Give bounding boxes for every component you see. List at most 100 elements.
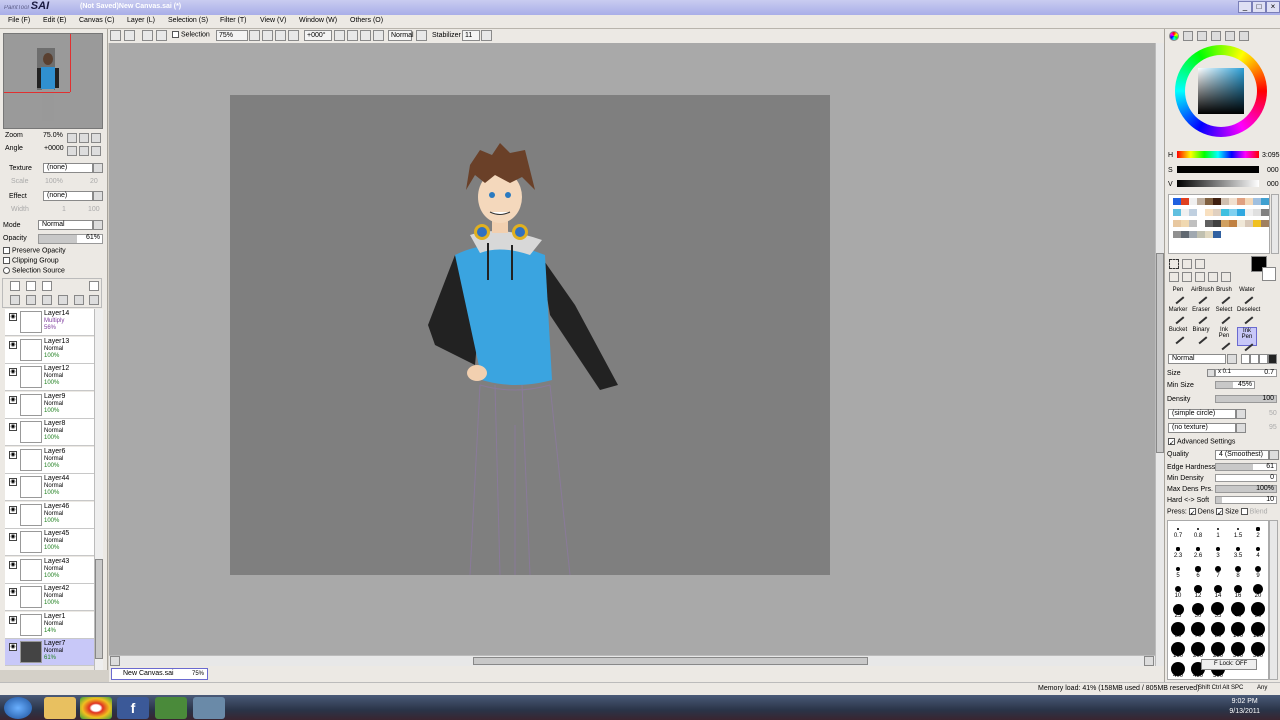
menu-window[interactable]: Window (W): [299, 17, 337, 24]
eye-icon[interactable]: ◉: [9, 643, 17, 651]
color-swatch[interactable]: [1261, 209, 1269, 216]
lock-icon[interactable]: [9, 517, 17, 525]
new-layer-icon[interactable]: [10, 281, 20, 291]
effect-select[interactable]: (none): [43, 191, 93, 201]
texture-select[interactable]: (none): [43, 163, 93, 173]
color-swatch[interactable]: [1181, 209, 1189, 216]
color-swatch[interactable]: [1173, 231, 1181, 238]
hard-soft-slider[interactable]: 10: [1215, 496, 1277, 504]
color-swatch[interactable]: [1253, 209, 1261, 216]
scroll-right-icon[interactable]: [1144, 656, 1154, 666]
color-swatch[interactable]: [1197, 209, 1205, 216]
color-swatch[interactable]: [1205, 220, 1213, 227]
brush-size-dot[interactable]: [1216, 527, 1220, 531]
brush-size-dot[interactable]: [1194, 585, 1202, 593]
color-swatch[interactable]: [1197, 220, 1205, 227]
deselect-icon[interactable]: [124, 30, 135, 41]
color-swatch[interactable]: [1189, 231, 1197, 238]
color-swatch[interactable]: [1229, 209, 1237, 216]
selection-toggle[interactable]: Selection: [172, 31, 210, 38]
brush-size-dot[interactable]: [1174, 585, 1182, 593]
drawing-canvas[interactable]: [230, 95, 830, 576]
preserve-opacity-checkbox[interactable]: Preserve Opacity: [3, 247, 66, 254]
invert-icon[interactable]: [142, 30, 153, 41]
layer-row[interactable]: ◉ Layer7 Normal 61%: [5, 639, 94, 666]
value-slider[interactable]: [1177, 180, 1259, 187]
swatch-grid[interactable]: [1168, 194, 1270, 254]
minimize-button[interactable]: _: [1238, 1, 1252, 13]
layer-scroll-thumb[interactable]: [95, 559, 103, 659]
eye-icon[interactable]: ◉: [9, 478, 17, 486]
brush-shape-dropdown-icon[interactable]: [1236, 409, 1246, 419]
layer-row[interactable]: ◉ Layer13 Normal 100%: [5, 336, 94, 364]
rotate-right-icon[interactable]: [347, 30, 358, 41]
min-density-slider[interactable]: 0: [1215, 474, 1277, 482]
flip-icon[interactable]: [373, 30, 384, 41]
pressure-size-checkbox[interactable]: ✓: [1216, 508, 1224, 517]
eye-icon[interactable]: ◉: [9, 588, 17, 596]
h-scroll-thumb[interactable]: [473, 657, 868, 665]
rect-select-icon[interactable]: [1169, 259, 1179, 269]
layer-row[interactable]: ◉ Layer45 Normal 100%: [5, 529, 94, 556]
max-dens-slider[interactable]: 100%: [1215, 485, 1277, 493]
color-swatch[interactable]: [1229, 220, 1237, 227]
color-swatch[interactable]: [1229, 198, 1237, 205]
tool-binary[interactable]: Binary: [1191, 327, 1211, 346]
opacity-slider[interactable]: 61%: [38, 234, 103, 244]
layer-row[interactable]: ◉ Layer44 Normal 100%: [5, 474, 94, 501]
clear-layer-icon[interactable]: [42, 295, 52, 305]
pressure-dens-checkbox[interactable]: ✓: [1188, 508, 1196, 517]
lock-icon[interactable]: [9, 352, 17, 360]
eyedropper-icon[interactable]: [1221, 272, 1231, 282]
eye-icon[interactable]: ◉: [9, 450, 17, 459]
nav-zoom-in-icon[interactable]: [67, 133, 77, 143]
color-swatch[interactable]: [1237, 220, 1245, 227]
select-all-icon[interactable]: [110, 30, 121, 41]
color-wheel-tab-icon[interactable]: [1169, 31, 1179, 41]
color-swatch[interactable]: [1221, 198, 1229, 205]
quality-select[interactable]: 4 (Smoothest): [1215, 450, 1269, 460]
nav-zoom-out-icon[interactable]: [79, 133, 89, 143]
layer-row[interactable]: ◉ Layer1 Normal 14%: [5, 611, 94, 639]
brush-size-dot[interactable]: [1215, 566, 1221, 572]
layer-row[interactable]: ◉ Layer8 Normal 100%: [5, 419, 94, 446]
tool-ink-pen[interactable]: Ink Pen: [1214, 327, 1234, 351]
system-clock[interactable]: 9:02 PM 9/13/2011: [1229, 697, 1260, 717]
color-swatch[interactable]: [1245, 220, 1253, 227]
v-scroll-thumb[interactable]: [1156, 253, 1164, 453]
lock-icon[interactable]: [9, 407, 17, 415]
hue-slider[interactable]: [1177, 151, 1259, 158]
color-swatch[interactable]: [1173, 209, 1181, 216]
swatches-tab-icon[interactable]: [1225, 31, 1235, 41]
tool-deselect[interactable]: Deselect: [1237, 307, 1260, 326]
lock-icon[interactable]: [9, 379, 17, 387]
start-button[interactable]: [4, 697, 32, 719]
brush-texture-dropdown-icon[interactable]: [1236, 423, 1246, 433]
tool-airbrush[interactable]: AirBrush: [1191, 287, 1214, 306]
layer-mask-icon[interactable]: [89, 281, 99, 291]
layer-row[interactable]: ◉ Layer46 Normal 100%: [5, 501, 94, 529]
effect-dropdown-icon[interactable]: [93, 191, 103, 201]
color-swatch[interactable]: [1253, 220, 1261, 227]
color-swatch[interactable]: [1205, 231, 1213, 238]
close-button[interactable]: ×: [1266, 1, 1280, 13]
nav-rotate-left-icon[interactable]: [67, 146, 77, 156]
color-swatch[interactable]: [1197, 231, 1205, 238]
lasso-icon[interactable]: [1182, 259, 1192, 269]
quality-dropdown-icon[interactable]: [1269, 450, 1279, 460]
zoom-reset-icon[interactable]: [288, 30, 299, 41]
eye-icon[interactable]: ◉: [9, 533, 17, 541]
brush-shape-1-icon[interactable]: [1241, 354, 1250, 364]
brush-size-dot[interactable]: [1236, 527, 1240, 531]
brush-blend-dropdown-icon[interactable]: [1227, 354, 1237, 364]
brush-size-dot[interactable]: [1177, 528, 1179, 530]
tool-ink-pen[interactable]: Ink Pen: [1237, 327, 1257, 352]
blend-mode-field[interactable]: Normal: [388, 30, 414, 41]
lock-icon[interactable]: [9, 489, 17, 497]
lock-icon[interactable]: [9, 544, 17, 552]
lock-icon[interactable]: [9, 324, 17, 332]
brush-size-dot[interactable]: [1254, 565, 1262, 573]
brush-size-dot[interactable]: [1197, 528, 1199, 530]
secondary-color-swatch[interactable]: [1262, 267, 1276, 281]
brush-shape-select[interactable]: (simple circle): [1168, 409, 1236, 419]
